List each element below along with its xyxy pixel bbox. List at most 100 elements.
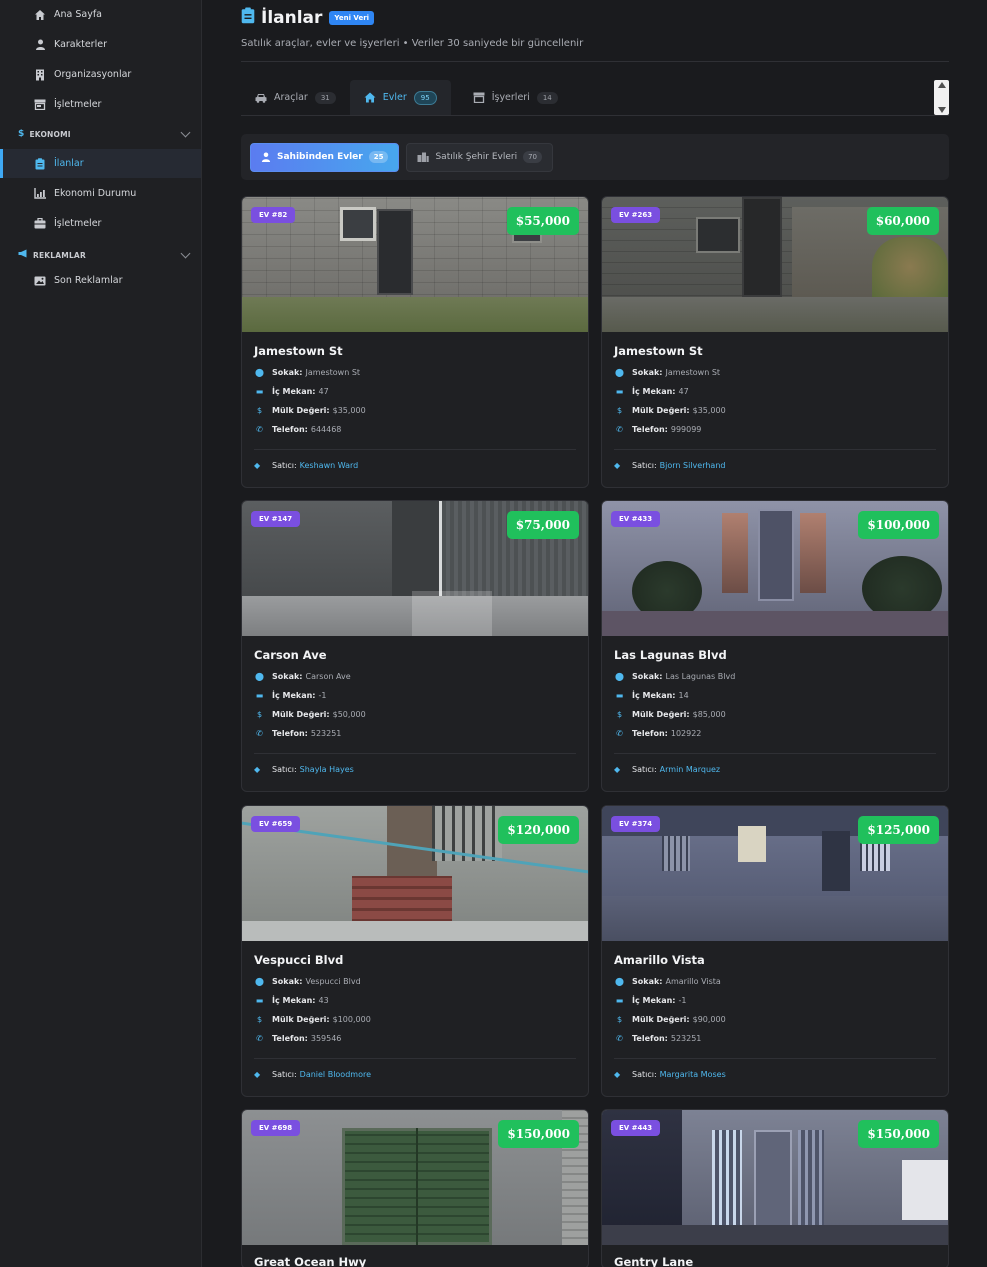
section-title: EKONOMI — [29, 129, 71, 139]
price-badge: $150,000 — [858, 1120, 939, 1148]
filter-satilik-sehir-evleri[interactable]: Satılık Şehir Evleri 70 — [406, 142, 553, 172]
tabs-scrollbar[interactable] — [934, 80, 949, 115]
phone-icon: ✆ — [256, 1033, 263, 1043]
seller-name[interactable]: Margarita Moses — [660, 1070, 726, 1079]
sidebar-item-label: İlanlar — [54, 158, 84, 169]
tag-icon: ◆ — [254, 1070, 261, 1079]
field-label: Telefon: — [632, 424, 668, 434]
page-title: İlanlar — [261, 7, 323, 28]
sofa-icon: ▬ — [255, 386, 264, 396]
briefcase-icon — [33, 217, 47, 231]
sidebar-item-isletmeler-2[interactable]: İşletmeler — [0, 209, 201, 238]
seller-name[interactable]: Keshawn Ward — [300, 461, 359, 470]
listing-id-badge: EV #82 — [251, 207, 296, 223]
phone-value: 523251 — [670, 1033, 702, 1043]
sofa-icon: ▬ — [615, 995, 624, 1005]
phone-value: 644468 — [310, 424, 342, 434]
sidebar-item-label: Organizasyonlar — [54, 69, 132, 80]
dollar-icon: $ — [18, 129, 25, 139]
listing-card[interactable]: EV #698 $150,000 Great Ocean Hwy — [241, 1109, 589, 1267]
tag-icon: ◆ — [254, 461, 261, 470]
map-pin-icon: ⬤ — [255, 976, 264, 986]
page-subtitle: Satılık araçlar, evler ve işyerleri • Ve… — [241, 38, 584, 49]
price-badge: $100,000 — [858, 511, 939, 539]
map-pin-icon: ⬤ — [255, 671, 264, 681]
price-badge: $75,000 — [506, 511, 579, 539]
listing-card[interactable]: EV #433 $100,000 Las Lagunas Blvd ⬤ Sokak… — [601, 500, 949, 792]
listing-id-badge: EV #147 — [251, 511, 301, 527]
listing-card[interactable]: EV #374 $125,000 Amarillo Vista ⬤ Sokak: A… — [601, 805, 949, 1097]
seller-row: ◆ Satıcı: Shayla Hayes — [254, 765, 576, 774]
scroll-down-icon[interactable] — [937, 107, 946, 113]
filter-sahibinden-evler[interactable]: Sahibinden Evler 25 — [250, 142, 400, 172]
section-ekonomi[interactable]: $ EKONOMI — [0, 119, 201, 149]
map-pin-icon: ⬤ — [615, 671, 624, 681]
sidebar-item-ana-sayfa[interactable]: Ana Sayfa — [0, 0, 201, 29]
listing-title: Jamestown St — [254, 344, 343, 358]
seller-row: ◆ Satıcı: Bjorn Silverhand — [614, 461, 936, 470]
seller-name[interactable]: Daniel Bloodmore — [300, 1070, 371, 1079]
seller-name[interactable]: Bjorn Silverhand — [660, 461, 726, 470]
street-row: ⬤ Sokak: Vespucci Blvd — [254, 976, 576, 986]
sidebar-item-son-reklamlar[interactable]: Son Reklamlar — [0, 266, 201, 295]
listing-title: Gentry Lane — [614, 1255, 694, 1267]
filter-count: 70 — [523, 151, 542, 163]
sidebar-item-karakterler[interactable]: Karakterler — [0, 30, 201, 59]
phone-icon: ✆ — [256, 424, 263, 434]
value-row: $ Mülk Değeri: $90,000 — [614, 1014, 936, 1024]
price-badge: $125,000 — [858, 816, 939, 844]
tab-isyerleri[interactable]: İşyerleri 14 — [451, 80, 572, 115]
street-value: Jamestown St — [305, 367, 361, 377]
seller-name[interactable]: Armin Marquez — [660, 765, 720, 774]
field-label: Mülk Değeri: — [632, 1014, 690, 1024]
seller-row: ◆ Satıcı: Armin Marquez — [614, 765, 936, 774]
listing-card[interactable]: EV #443 $150,000 Gentry Lane — [601, 1109, 949, 1267]
field-label: Satıcı: — [272, 1070, 297, 1079]
interior-row: ▬ İç Mekan: 47 — [614, 386, 936, 396]
tab-evler[interactable]: Evler 95 — [349, 80, 451, 115]
scroll-up-icon[interactable] — [937, 82, 946, 88]
sidebar-item-ekonomi-durumu[interactable]: Ekonomi Durumu — [0, 179, 201, 208]
sidebar-item-organizasyonlar[interactable]: Organizasyonlar — [0, 60, 201, 89]
phone-value: 999099 — [670, 424, 702, 434]
interior-value: -1 — [318, 690, 327, 700]
tab-label: İşyerleri — [491, 92, 530, 103]
phone-row: ✆ Telefon: 523251 — [614, 1033, 936, 1043]
value-row: $ Mülk Değeri: $85,000 — [614, 709, 936, 719]
house-icon — [364, 92, 376, 103]
phone-row: ✆ Telefon: 359546 — [254, 1033, 576, 1043]
seller-row: ◆ Satıcı: Margarita Moses — [614, 1070, 936, 1079]
field-label: Sokak: — [632, 367, 663, 377]
field-label: İç Mekan: — [632, 386, 676, 396]
sidebar-item-label: Son Reklamlar — [54, 275, 123, 286]
field-label: Sokak: — [632, 976, 663, 986]
field-label: Telefon: — [632, 1033, 668, 1043]
chart-icon — [33, 187, 47, 201]
seller-name[interactable]: Shayla Hayes — [300, 765, 354, 774]
interior-value: 47 — [318, 386, 329, 396]
listing-title: Jamestown St — [614, 344, 703, 358]
dollar-icon: $ — [256, 709, 263, 719]
field-label: Mülk Değeri: — [272, 1014, 330, 1024]
listing-card[interactable]: EV #82 $55,000 Jamestown St ⬤ Sokak: James… — [241, 196, 589, 488]
divider — [254, 449, 576, 450]
filter-label: Satılık Şehir Evleri — [435, 152, 518, 162]
tab-araclar[interactable]: Araçlar 31 — [241, 80, 350, 115]
field-label: Satıcı: — [632, 461, 657, 470]
sidebar-item-isletmeler[interactable]: İşletmeler — [0, 90, 201, 119]
field-label: Satıcı: — [632, 765, 657, 774]
tag-icon: ◆ — [254, 765, 261, 774]
home-icon — [33, 8, 47, 22]
image-icon — [33, 274, 47, 288]
listing-card[interactable]: EV #659 $120,000 Vespucci Blvd ⬤ Sokak: Ve… — [241, 805, 589, 1097]
listing-card[interactable]: EV #147 $75,000 Carson Ave ⬤ Sokak: Carson… — [241, 500, 589, 792]
property-value: $100,000 — [332, 1014, 371, 1024]
sidebar-item-ilanlar[interactable]: İlanlar — [0, 149, 201, 178]
filter-label: Sahibinden Evler — [277, 152, 363, 162]
listing-card[interactable]: EV #263 $60,000 Jamestown St ⬤ Sokak: Jame… — [601, 196, 949, 488]
tag-icon: ◆ — [614, 461, 621, 470]
interior-value: 47 — [678, 386, 689, 396]
interior-value: 43 — [318, 995, 329, 1005]
street-value: Amarillo Vista — [665, 976, 721, 986]
tab-label: Araçlar — [274, 92, 308, 103]
